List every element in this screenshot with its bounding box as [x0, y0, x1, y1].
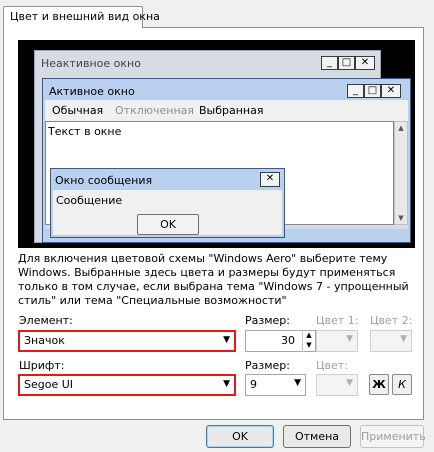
- close-icon: ✕: [260, 172, 280, 187]
- chevron-down-icon: ▼: [294, 378, 301, 388]
- font-label: Шрифт:: [19, 359, 65, 372]
- tab-window-color[interactable]: Цвет и внешний вид окна: [3, 6, 160, 28]
- minimize-icon: _: [321, 56, 338, 70]
- chevron-down-icon: ▼: [223, 379, 230, 389]
- element-select[interactable]: Значок ▼: [18, 330, 236, 352]
- menu-item-normal[interactable]: Обычная: [52, 104, 103, 117]
- preview-ok-button[interactable]: OK: [137, 214, 199, 235]
- menu-item-disabled[interactable]: Отключенная: [115, 104, 194, 117]
- font-size-label: Размер:: [245, 359, 290, 372]
- spin-up-icon[interactable]: ▲: [303, 330, 315, 340]
- color2-picker[interactable]: ▼: [370, 330, 412, 352]
- scroll-down-icon: ▼: [398, 214, 404, 222]
- color2-label: Цвет 2:: [370, 314, 413, 327]
- chevron-down-icon: ▼: [400, 334, 407, 344]
- window-text: Текст в окне: [48, 125, 122, 138]
- cancel-button[interactable]: Отмена: [283, 425, 351, 448]
- element-size-value: 30: [281, 334, 295, 347]
- font-select-value: Segoe UI: [24, 378, 74, 391]
- chevron-down-icon: ▼: [346, 378, 353, 388]
- font-select[interactable]: Segoe UI ▼: [18, 374, 236, 396]
- description-text: Для включения цветовой схемы "Windows Ae…: [18, 252, 409, 307]
- apply-button[interactable]: Применить: [360, 425, 426, 448]
- chevron-down-icon: ▼: [223, 335, 230, 345]
- font-color-picker[interactable]: ▼: [316, 374, 358, 396]
- preview-scrollbar[interactable]: ▲ ▼: [394, 121, 408, 225]
- color1-picker[interactable]: ▼: [316, 330, 358, 352]
- close-icon: ✕: [381, 84, 401, 98]
- chevron-down-icon: ▼: [346, 334, 353, 344]
- minimize-icon: _: [347, 84, 364, 98]
- bold-button[interactable]: Ж: [369, 374, 389, 395]
- font-color-label: Цвет:: [316, 359, 348, 372]
- maximize-icon: □: [338, 56, 355, 70]
- element-select-value: Значок: [24, 334, 65, 347]
- spin-down-icon[interactable]: ▼: [303, 340, 315, 350]
- message-text: Сообщение: [56, 194, 123, 207]
- font-size-select[interactable]: 9 ▼: [245, 374, 306, 396]
- preview-menubar: Обычная Отключенная Выбранная: [45, 100, 408, 121]
- italic-button[interactable]: К: [392, 374, 412, 395]
- element-size-label: Размер:: [245, 314, 290, 327]
- font-size-value: 9: [250, 378, 257, 391]
- element-label: Элемент:: [19, 314, 73, 327]
- menu-item-selected[interactable]: Выбранная: [199, 104, 263, 117]
- element-size-spin-buttons[interactable]: ▲ ▼: [302, 330, 315, 352]
- scroll-up-icon: ▲: [398, 124, 404, 132]
- inactive-window-title: Неактивное окно: [41, 57, 141, 70]
- ok-button[interactable]: OK: [206, 425, 274, 448]
- color1-label: Цвет 1:: [316, 314, 359, 327]
- active-window-title: Активное окно: [49, 85, 135, 98]
- message-window-title: Окно сообщения: [55, 174, 153, 187]
- close-icon: ✕: [355, 56, 375, 70]
- maximize-icon: □: [364, 84, 381, 98]
